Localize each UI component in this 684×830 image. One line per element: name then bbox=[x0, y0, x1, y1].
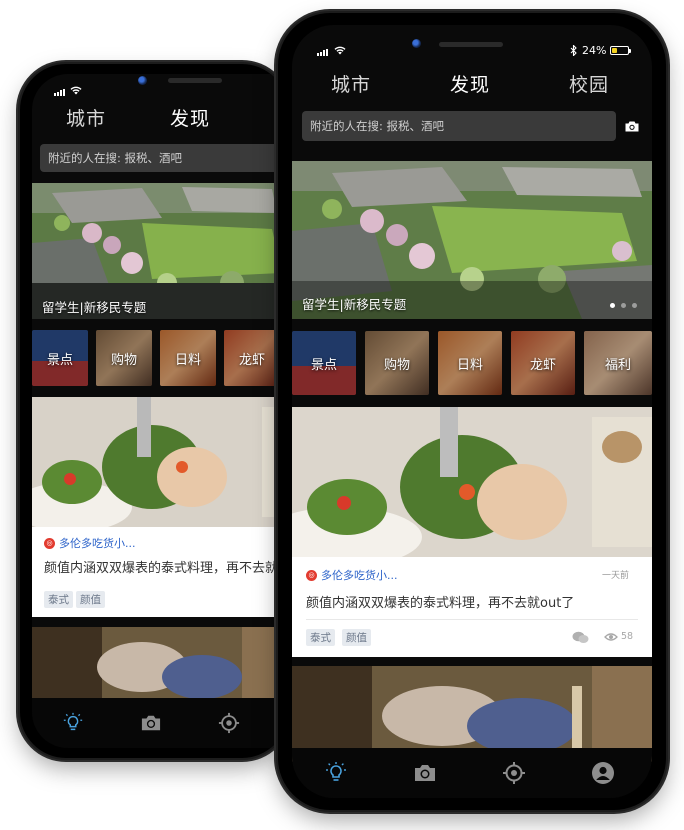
bottom-nav bbox=[292, 748, 652, 798]
camera-search-icon[interactable] bbox=[625, 121, 639, 132]
view-count: 58 bbox=[604, 631, 633, 642]
user-profile-icon bbox=[592, 762, 614, 784]
source-logo-icon: ◎ bbox=[44, 537, 55, 549]
tab-campus[interactable]: 校园 bbox=[569, 70, 609, 97]
source-name: 多伦多吃货小... bbox=[321, 569, 398, 582]
card-title: 颜值内涵双双爆表的泰式料理，再不去就 bbox=[44, 561, 279, 576]
phone-front-screen: 24% 城市 发现 校园 附近的人在搜: 报税、酒吧 留学生|新移民专题 景点 … bbox=[292, 25, 652, 798]
lightbulb-icon bbox=[326, 762, 346, 781]
nav-location[interactable] bbox=[218, 712, 240, 734]
search-placeholder: 附近的人在搜: 报税、酒吧 bbox=[48, 151, 183, 165]
nav-camera[interactable] bbox=[140, 713, 162, 733]
category-label: 景点 bbox=[310, 357, 337, 373]
category-label: 购物 bbox=[383, 357, 410, 373]
card-time: 一天前 bbox=[602, 571, 630, 581]
category-japanese-food[interactable]: 日料 bbox=[160, 330, 216, 386]
tag-looks[interactable]: 颜值 bbox=[76, 591, 105, 608]
wechat-icon bbox=[572, 631, 589, 643]
battery-percent: 24% bbox=[582, 44, 607, 57]
banner-caption: 留学生|新移民专题 bbox=[302, 297, 407, 312]
feed-card[interactable]: ◎ 多伦多吃货小... 一天前 颜值内涵双双爆表的泰式料理，再不去就out了 泰… bbox=[292, 407, 652, 657]
nav-camera[interactable] bbox=[413, 762, 437, 784]
signal-icon bbox=[317, 49, 328, 56]
tab-discover[interactable]: 发现 bbox=[170, 104, 210, 131]
category-label: 龙虾 bbox=[238, 352, 265, 368]
status-bar bbox=[32, 74, 288, 98]
status-bar: 24% bbox=[292, 25, 652, 59]
wechat-share-button[interactable] bbox=[572, 631, 589, 644]
category-lobster[interactable]: 龙虾 bbox=[511, 331, 575, 395]
banner-dot bbox=[621, 303, 626, 308]
signal-icon bbox=[54, 89, 65, 96]
category-japanese-food[interactable]: 日料 bbox=[438, 331, 502, 395]
thai-food-photo bbox=[32, 397, 288, 527]
lightbulb-icon bbox=[63, 712, 83, 731]
card-title: 颜值内涵双双爆表的泰式料理，再不去就out了 bbox=[306, 596, 575, 611]
phone-back-screen: 城市 发现 附近的人在搜: 报税、酒吧 留学生|新移民专题 景点 购物 日料 龙… bbox=[32, 74, 288, 748]
banner-dot-active bbox=[610, 303, 615, 308]
phone-back-device: 城市 发现 附近的人在搜: 报税、酒吧 留学生|新移民专题 景点 购物 日料 龙… bbox=[20, 64, 288, 758]
tab-discover[interactable]: 发现 bbox=[450, 70, 490, 97]
tab-city[interactable]: 城市 bbox=[331, 70, 371, 97]
thai-food-photo bbox=[292, 407, 652, 557]
category-label: 龙虾 bbox=[529, 357, 556, 373]
phone-front-device: 24% 城市 发现 校园 附近的人在搜: 报税、酒吧 留学生|新移民专题 景点 … bbox=[278, 13, 666, 810]
category-label: 购物 bbox=[110, 352, 137, 368]
location-target-icon bbox=[218, 712, 240, 734]
feed-card[interactable]: ◎ 多伦多吃货小... 颜值内涵双双爆表的泰式料理，再不去就 泰式 颜值 bbox=[32, 397, 288, 617]
card-divider bbox=[306, 619, 638, 620]
tag-looks[interactable]: 颜值 bbox=[342, 629, 371, 646]
category-lobster[interactable]: 龙虾 bbox=[224, 330, 280, 386]
search-bar[interactable]: 附近的人在搜: 报税、酒吧 bbox=[302, 111, 616, 141]
banner-dot bbox=[632, 303, 637, 308]
tab-city[interactable]: 城市 bbox=[66, 104, 106, 131]
category-label: 日料 bbox=[174, 352, 201, 368]
bottom-nav bbox=[32, 698, 288, 748]
category-label: 福利 bbox=[604, 357, 631, 373]
wifi-icon bbox=[334, 46, 346, 55]
card-source[interactable]: ◎ 多伦多吃货小... bbox=[306, 567, 398, 583]
source-logo-icon: ◎ bbox=[306, 569, 317, 581]
category-shopping[interactable]: 购物 bbox=[365, 331, 429, 395]
view-count-value: 58 bbox=[621, 631, 634, 642]
banner-carousel[interactable]: 留学生|新移民专题 bbox=[32, 183, 288, 319]
nav-profile[interactable] bbox=[591, 761, 615, 785]
card-source[interactable]: ◎ 多伦多吃货小... bbox=[44, 535, 136, 551]
camera-icon bbox=[141, 715, 161, 731]
source-name: 多伦多吃货小... bbox=[59, 537, 136, 550]
nav-location[interactable] bbox=[502, 761, 526, 785]
category-scenic[interactable]: 景点 bbox=[32, 330, 88, 386]
category-label: 景点 bbox=[46, 352, 73, 368]
category-deals[interactable]: 福利 bbox=[584, 331, 652, 395]
category-shopping[interactable]: 购物 bbox=[96, 330, 152, 386]
category-scenic[interactable]: 景点 bbox=[292, 331, 356, 395]
nav-discover[interactable] bbox=[324, 761, 348, 785]
location-target-icon bbox=[503, 762, 525, 784]
banner-caption: 留学生|新移民专题 bbox=[42, 300, 147, 315]
bluetooth-icon bbox=[570, 45, 577, 56]
search-bar[interactable]: 附近的人在搜: 报税、酒吧 bbox=[40, 144, 288, 172]
tag-thai[interactable]: 泰式 bbox=[44, 591, 73, 608]
category-label: 日料 bbox=[456, 357, 483, 373]
banner-page-indicator bbox=[610, 303, 637, 308]
eye-icon bbox=[604, 632, 618, 641]
wifi-icon bbox=[70, 86, 82, 95]
search-placeholder: 附近的人在搜: 报税、酒吧 bbox=[310, 119, 445, 133]
camera-icon bbox=[415, 765, 435, 781]
nav-discover[interactable] bbox=[62, 712, 84, 734]
banner-carousel[interactable]: 留学生|新移民专题 bbox=[292, 161, 652, 319]
tag-thai[interactable]: 泰式 bbox=[306, 629, 335, 646]
feed-card-image-2[interactable] bbox=[32, 627, 288, 707]
